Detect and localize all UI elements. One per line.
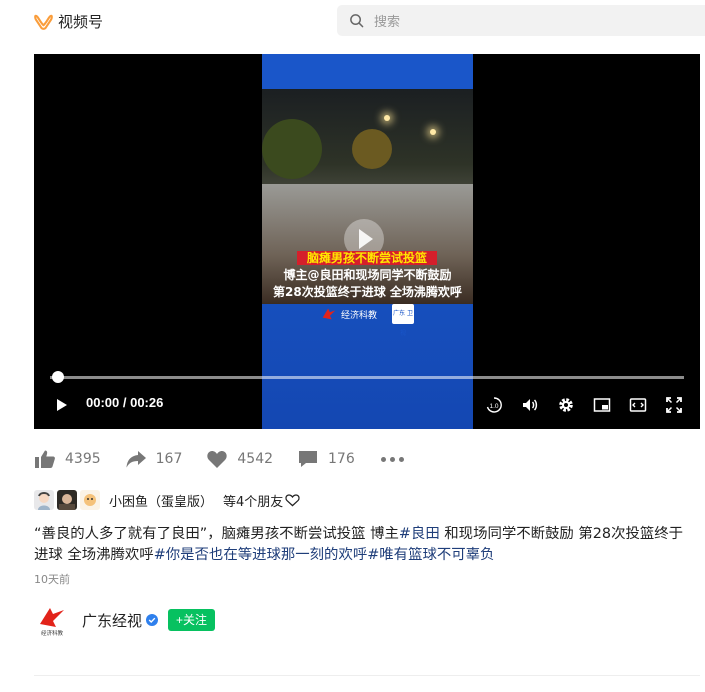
theater-mode-button[interactable] <box>627 394 649 416</box>
settings-button[interactable] <box>555 394 577 416</box>
divider <box>34 675 700 676</box>
hashtag-link[interactable]: #唯有篮球不可辜负 <box>367 547 494 563</box>
video-caption-line-1: 脑瘫男孩不断尝试投篮 <box>297 251 437 265</box>
play-icon <box>57 399 67 411</box>
author-name[interactable]: 广东经视 <box>82 610 142 631</box>
app-name: 视频号 <box>58 12 104 31</box>
playback-speed-icon: 1.0 <box>486 397 502 413</box>
verified-badge-icon <box>146 614 159 626</box>
svg-text:1.0: 1.0 <box>489 403 498 410</box>
play-button[interactable] <box>50 394 72 416</box>
video-player[interactable]: 脑瘫男孩不断尝试投篮 博主@良田和现场同学不断鼓励 第28次投篮终于进球 全场沸… <box>34 54 700 429</box>
picture-in-picture-icon <box>593 398 611 412</box>
search-placeholder: 搜索 <box>374 15 401 30</box>
like-count: 4395 <box>65 451 101 467</box>
more-dots-icon <box>380 456 386 462</box>
favorite-button[interactable]: 4542 <box>206 449 273 469</box>
gear-icon <box>559 398 573 412</box>
search-icon <box>350 14 364 28</box>
video-description: “善良的人多了就有了良田”，脑瘫男孩不断尝试投篮 博主#良田 和现场同学不断鼓励… <box>34 526 684 563</box>
video-frame[interactable]: 脑瘫男孩不断尝试投篮 博主@良田和现场同学不断鼓励 第28次投篮终于进球 全场沸… <box>262 54 473 429</box>
share-arrow-icon <box>126 451 146 468</box>
picture-in-picture-button[interactable] <box>591 394 613 416</box>
fullscreen-icon <box>666 397 682 413</box>
app-logo[interactable]: 视频号 <box>34 10 103 32</box>
heart-outline-icon <box>285 494 300 507</box>
follow-button[interactable]: +关注 <box>168 609 216 631</box>
comment-count: 176 <box>328 451 355 467</box>
station-logo: 广东 卫视 <box>392 304 414 337</box>
comment-icon <box>299 451 318 467</box>
friends-liked-row[interactable]: 小困鱼（蛋皇版） 等4个朋友 <box>34 490 300 510</box>
hashtag-link[interactable]: #你是否也在等进球那一刻的欢呼 <box>154 547 368 563</box>
progress-bar[interactable] <box>50 371 684 383</box>
author-avatar[interactable]: 经济科教 <box>34 602 70 638</box>
svg-text:经济科教: 经济科教 <box>41 629 64 637</box>
progress-knob[interactable] <box>52 371 64 383</box>
channel-logo-icon <box>322 308 336 320</box>
search-input[interactable]: 搜索 <box>337 5 705 36</box>
friend-avatar-3 <box>80 490 100 510</box>
more-options-button[interactable] <box>380 456 404 462</box>
volume-button[interactable] <box>519 394 541 416</box>
video-caption-line-2: 博主@良田和现场同学不断鼓励 <box>283 268 452 282</box>
station-logo-icon: 经济科教 <box>34 602 70 638</box>
video-frame-top <box>262 54 473 89</box>
thumbs-up-icon <box>35 450 55 468</box>
top-bar: 视频号 搜索 <box>0 0 705 44</box>
friends-more-text: 等4个朋友 <box>223 494 284 510</box>
heart-icon <box>207 451 228 468</box>
action-bar: 4395 167 4542 176 <box>34 447 404 471</box>
share-button[interactable]: 167 <box>125 449 183 469</box>
video-caption-line-3: 第28次投篮终于进球 全场沸腾欢呼 <box>273 285 462 299</box>
post-time: 10天前 <box>34 573 70 586</box>
like-button[interactable]: 4395 <box>34 449 101 469</box>
friend-avatar-1 <box>34 490 54 510</box>
speed-button[interactable]: 1.0 <box>483 394 505 416</box>
video-watermark: 经济科教 <box>320 302 377 326</box>
share-count: 167 <box>155 451 183 467</box>
channels-logo-icon <box>34 14 53 30</box>
hashtag-link[interactable]: #良田 <box>399 526 440 542</box>
favorite-count: 4542 <box>237 451 274 467</box>
volume-icon <box>523 399 538 411</box>
time-display: 00:00 / 00:26 <box>86 395 164 410</box>
author-row: 经济科教 广东经视 +关注 <box>34 602 216 638</box>
fullscreen-button[interactable] <box>663 394 685 416</box>
web-fullscreen-icon <box>629 398 647 412</box>
friend-name[interactable]: 小困鱼（蛋皇版） <box>109 491 213 510</box>
comment-button[interactable]: 176 <box>297 449 355 469</box>
friend-avatar-2 <box>57 490 77 510</box>
